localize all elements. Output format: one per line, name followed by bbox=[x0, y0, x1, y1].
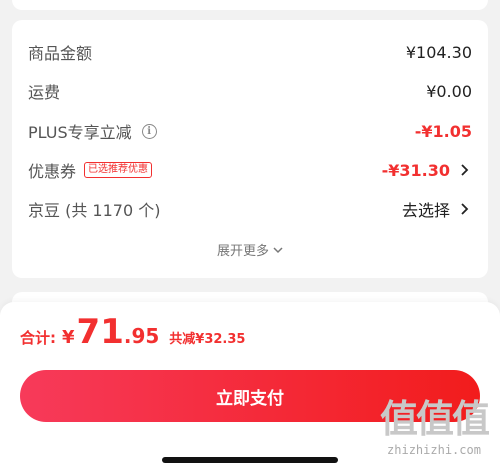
plus-discount-row: PLUS专享立减 i -¥1.05 bbox=[28, 119, 472, 143]
watermark-url: zhizhizhi.com bbox=[387, 443, 481, 457]
watermark-logo: 值值值 zhizhizhi.com bbox=[379, 388, 490, 457]
plus-discount-value: -¥1.05 bbox=[414, 121, 472, 141]
jd-beans-select-link[interactable]: 去选择 bbox=[402, 197, 450, 221]
goods-amount-label: 商品金额 bbox=[28, 44, 93, 63]
goods-amount-value: ¥104.30 bbox=[405, 42, 472, 62]
chevron-right-icon bbox=[461, 203, 469, 215]
goods-amount-row: 商品金额 ¥104.30 bbox=[28, 40, 472, 64]
shipping-row: 运费 ¥0.00 bbox=[28, 79, 472, 103]
amount-decimal: .95 bbox=[123, 324, 160, 348]
jd-beans-label: 京豆 (共 1170 个) bbox=[28, 201, 161, 220]
coupon-row[interactable]: 优惠券 已选推荐优惠 -¥31.30 bbox=[28, 158, 472, 182]
amount-integer: 71 bbox=[76, 312, 124, 352]
coupon-label: 优惠券 bbox=[28, 162, 77, 181]
home-indicator[interactable] bbox=[162, 457, 338, 463]
recommended-coupon-badge: 已选推荐优惠 bbox=[84, 162, 153, 178]
jd-beans-row[interactable]: 京豆 (共 1170 个) 去选择 bbox=[28, 197, 472, 221]
chevron-down-icon bbox=[273, 246, 283, 253]
total-amount: 合计: ¥ 71 .95 共减¥32.35 bbox=[20, 312, 245, 352]
total-label: 合计: bbox=[20, 329, 56, 347]
saved-amount: 共减¥32.35 bbox=[169, 332, 246, 347]
coupon-value: -¥31.30 bbox=[381, 160, 450, 180]
watermark-logo-text: 值值值 bbox=[379, 397, 490, 441]
plus-discount-label: PLUS专享立减 bbox=[28, 123, 132, 142]
previous-card bbox=[12, 0, 488, 10]
expand-more-label: 展开更多 bbox=[216, 244, 269, 259]
expand-more-button[interactable]: 展开更多 bbox=[12, 240, 488, 259]
price-summary-card: 商品金额 ¥104.30 运费 ¥0.00 PLUS专享立减 i -¥1.05 … bbox=[12, 20, 488, 278]
currency-symbol: ¥ bbox=[62, 327, 75, 348]
shipping-label: 运费 bbox=[28, 83, 61, 102]
info-icon[interactable]: i bbox=[141, 123, 157, 139]
chevron-right-icon bbox=[461, 164, 469, 176]
shipping-value: ¥0.00 bbox=[426, 81, 472, 101]
